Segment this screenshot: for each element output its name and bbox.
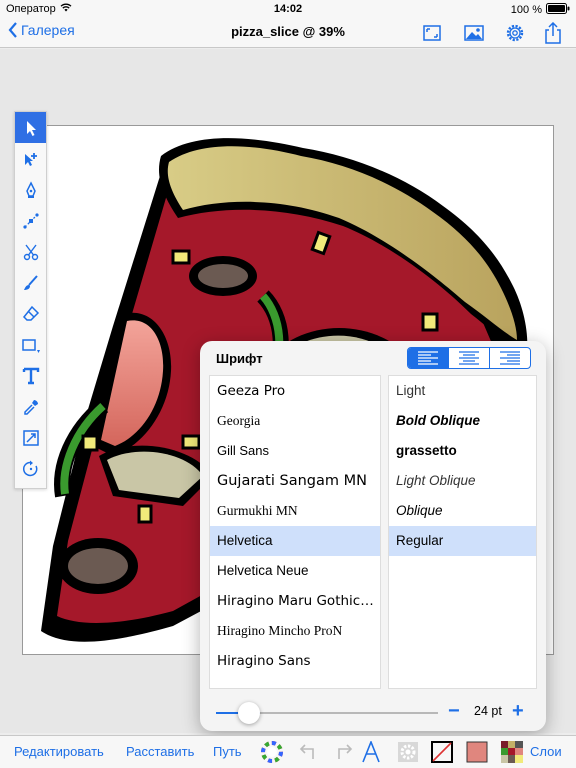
status-bar: Оператор 14:02 100 % [0,0,576,18]
style-list-item-selected[interactable]: Regular [389,526,536,556]
brush-tool-icon[interactable] [15,267,46,298]
style-list-item[interactable]: Bold Oblique [389,406,536,436]
status-time: 14:02 [273,3,303,15]
font-size-slider[interactable] [216,702,438,724]
style-list-item[interactable]: Oblique [389,496,536,526]
align-center-icon [459,351,479,365]
align-left-button[interactable] [408,348,448,368]
increase-size-button[interactable]: + [512,700,524,722]
align-center-button[interactable] [448,348,489,368]
stroke-style-icon[interactable] [431,741,453,763]
fill-color-swatch[interactable] [466,741,488,763]
arrange-menu-button[interactable]: Расставить [126,744,194,759]
chevron-left-icon [8,22,17,38]
font-list-item[interactable]: Geeza Pro [210,376,380,406]
decrease-size-button[interactable]: − [448,700,464,722]
layers-button[interactable]: Слои [530,744,562,759]
font-list-item[interactable]: Hiragino Maru Gothic… [210,586,380,616]
eyedropper-tool-icon[interactable] [15,391,46,422]
edit-menu-button[interactable]: Редактировать [14,744,104,759]
align-right-button[interactable] [489,348,530,368]
battery-icon [546,3,570,17]
fit-screen-icon[interactable] [421,22,443,44]
path-menu-button[interactable]: Путь [213,744,242,759]
scissors-tool-icon[interactable] [15,236,46,267]
font-list-item[interactable]: Gujarati Sangam MN [210,466,380,496]
font-popover: Шрифт Geeza Pro Georgia Gill Sans Gujara… [200,341,546,731]
alignment-segmented-control [407,347,531,369]
style-list-item[interactable]: Light Oblique [389,466,536,496]
pen-tool-icon[interactable] [15,174,46,205]
font-list-item[interactable]: Georgia [210,406,380,436]
style-list-item[interactable]: grassetto [389,436,536,466]
font-list-item[interactable]: Hiragino Mincho ProN [210,616,380,646]
status-right: 100 % [511,3,570,17]
font-popover-title: Шрифт [216,351,263,366]
back-button[interactable]: Галерея [8,22,75,38]
font-size-slider-track [260,712,438,714]
font-size-value: 24 pt [474,704,502,718]
color-wheel-icon[interactable] [261,741,283,763]
settings-gear-icon[interactable] [397,741,419,763]
font-list-item[interactable]: Helvetica Neue [210,556,380,586]
redo-icon[interactable] [333,741,355,763]
select-tool-icon[interactable] [15,112,46,143]
font-list-item[interactable]: Gurmukhi MN [210,496,380,526]
font-style-list: Light Bold Oblique grassetto Light Obliq… [388,375,537,689]
nav-bar: Галерея pizza_slice @ 39% [0,18,576,48]
share-icon[interactable] [542,21,564,44]
bottom-toolbar: Редактировать Расставить Путь Слои [0,735,576,768]
gear-icon[interactable] [504,22,526,44]
font-icon[interactable] [360,739,382,763]
font-list-item-selected[interactable]: Helvetica [210,526,380,556]
layers-thumbnail-icon[interactable] [501,741,523,763]
font-list-item[interactable]: Hiragino Sans [210,646,380,676]
add-anchor-tool-icon[interactable] [15,205,46,236]
align-left-icon [418,351,438,365]
image-icon[interactable] [463,22,485,44]
tool-palette [14,111,47,489]
style-list-item[interactable]: Light [389,376,536,406]
document-title: pizza_slice @ 39% [231,24,345,39]
rotate-tool-icon[interactable] [15,453,46,484]
font-size-slider-knob[interactable] [238,702,260,724]
transform-tool-icon[interactable] [15,422,46,453]
text-tool-icon[interactable] [15,360,46,391]
shape-tool-icon[interactable] [15,329,46,360]
eraser-tool-icon[interactable] [15,298,46,329]
font-list-item[interactable]: Gill Sans [210,436,380,466]
font-family-list: Geeza Pro Georgia Gill Sans Gujarati San… [209,375,381,689]
back-button-label: Галерея [21,22,75,38]
undo-icon[interactable] [297,741,319,763]
battery-label: 100 % [510,4,542,16]
direct-select-tool-icon[interactable] [15,143,46,174]
align-right-icon [500,351,520,365]
